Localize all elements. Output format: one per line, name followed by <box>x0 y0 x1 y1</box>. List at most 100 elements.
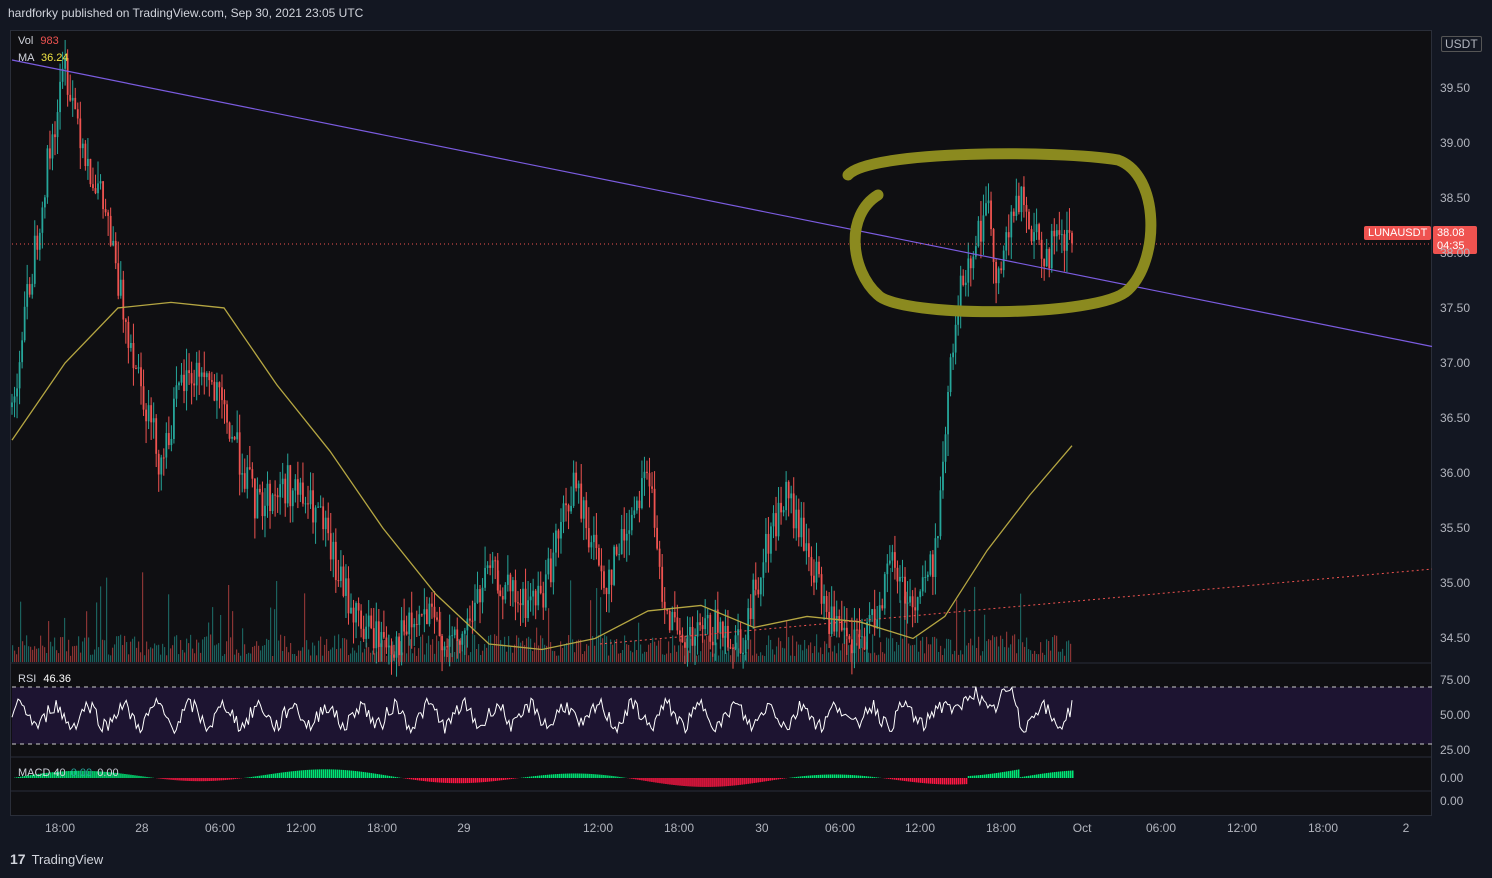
macd-histogram-bar <box>324 769 327 778</box>
candle-body <box>962 275 965 286</box>
volume-bar <box>868 652 870 662</box>
volume-bar <box>614 640 616 662</box>
candle-body <box>866 622 868 650</box>
macd-histogram-bar <box>767 778 769 781</box>
candle-body <box>501 596 504 600</box>
volume-bar <box>864 651 866 662</box>
current-price: 38.08 <box>1437 227 1465 239</box>
volume-bar <box>940 645 942 662</box>
candle-body <box>76 109 79 119</box>
macd-histogram-bar <box>458 778 461 784</box>
macd-histogram-bar <box>466 778 469 784</box>
volume-bar <box>330 649 332 662</box>
volume-bar <box>856 643 858 662</box>
candle-body <box>724 625 727 638</box>
macd-histogram-bar <box>306 769 309 778</box>
macd-histogram-bar <box>829 774 832 778</box>
volume-bar <box>124 635 126 662</box>
macd-histogram-bar <box>234 778 236 780</box>
candle-body <box>135 368 137 370</box>
volume-bar <box>274 609 276 662</box>
macd-histogram-bar <box>601 774 603 778</box>
price-tick: 39.50 <box>1440 80 1471 95</box>
macd-histogram-bar <box>498 778 501 781</box>
candle-body <box>122 279 125 320</box>
macd-histogram-bar <box>1065 770 1068 778</box>
macd-histogram-bar <box>288 771 291 778</box>
candle-body <box>539 585 542 594</box>
volume-bar <box>888 638 890 662</box>
volume-bar <box>934 636 936 662</box>
volume-bar <box>1032 653 1034 662</box>
volume-bar <box>156 645 158 662</box>
volume-bar <box>264 645 266 662</box>
macd-histogram-bar <box>338 769 341 778</box>
volume-bar <box>552 650 554 662</box>
volume-bar <box>992 635 994 662</box>
macd-histogram-bar <box>633 778 635 780</box>
candle-body <box>509 574 512 592</box>
volume-bar <box>980 655 982 662</box>
candle-body <box>342 566 345 596</box>
macd-histogram-bar <box>270 774 272 778</box>
macd-histogram-bar <box>360 771 363 778</box>
macd-histogram-bar <box>494 778 497 781</box>
candle-body <box>937 536 939 539</box>
macd-histogram-bar <box>394 776 397 778</box>
candle-body <box>481 587 484 603</box>
volume-bar <box>16 654 18 662</box>
volume-bar <box>772 649 774 662</box>
volume-bar <box>594 645 596 662</box>
volume-bar <box>898 644 900 662</box>
candle-body <box>686 635 689 648</box>
volume-bar <box>956 599 958 662</box>
candle-body <box>256 488 259 519</box>
candle-body <box>109 215 112 246</box>
volume-bar <box>762 655 764 662</box>
macd-histogram-bar <box>657 778 659 783</box>
candle-body <box>393 654 395 658</box>
volume-bar <box>438 641 440 662</box>
candle-body <box>785 481 788 511</box>
volume-bar <box>512 652 514 662</box>
macd-histogram-bar <box>639 778 641 781</box>
volume-bar <box>428 635 430 662</box>
macd-histogram-bar <box>1063 771 1066 778</box>
macd-histogram-bar <box>504 778 507 780</box>
volume-bar <box>436 635 438 662</box>
candle-body <box>982 215 985 242</box>
currency-label[interactable]: USDT <box>1441 36 1482 52</box>
volume-bar <box>108 654 110 662</box>
volume-bar <box>806 648 808 662</box>
footer-brand[interactable]: 17 TradingView <box>10 851 103 867</box>
volume-bar <box>986 641 988 662</box>
macd-histogram-bar <box>873 777 876 778</box>
candle-body <box>969 258 972 269</box>
macd-histogram-bar <box>124 773 126 778</box>
candle-body <box>967 258 970 283</box>
volume-bar <box>808 645 810 662</box>
volume-bar <box>510 646 512 662</box>
volume-bar <box>760 652 762 662</box>
rsi-legend: RSI 46.36 <box>18 673 71 685</box>
volume-bar <box>912 645 914 662</box>
volume-bar <box>360 640 362 662</box>
macd-histogram-bar <box>204 778 206 782</box>
macd-histogram-bar <box>260 775 262 778</box>
macd-histogram-bar <box>619 776 621 778</box>
candle-body <box>350 607 352 614</box>
candle-body <box>1005 232 1008 251</box>
macd-histogram-bar <box>304 770 307 778</box>
candle-body <box>853 629 856 654</box>
volume-bar <box>110 655 112 662</box>
macd-histogram-bar <box>530 776 533 778</box>
volume-bar <box>584 651 586 662</box>
volume-bar <box>990 640 992 662</box>
candle-body <box>152 418 155 423</box>
candle-body <box>830 606 833 634</box>
macd-histogram-bar <box>703 778 705 787</box>
macd-histogram-bar <box>731 778 733 786</box>
volume-bar <box>792 635 794 662</box>
volume-bar <box>270 607 272 662</box>
volume-bar <box>146 641 148 662</box>
